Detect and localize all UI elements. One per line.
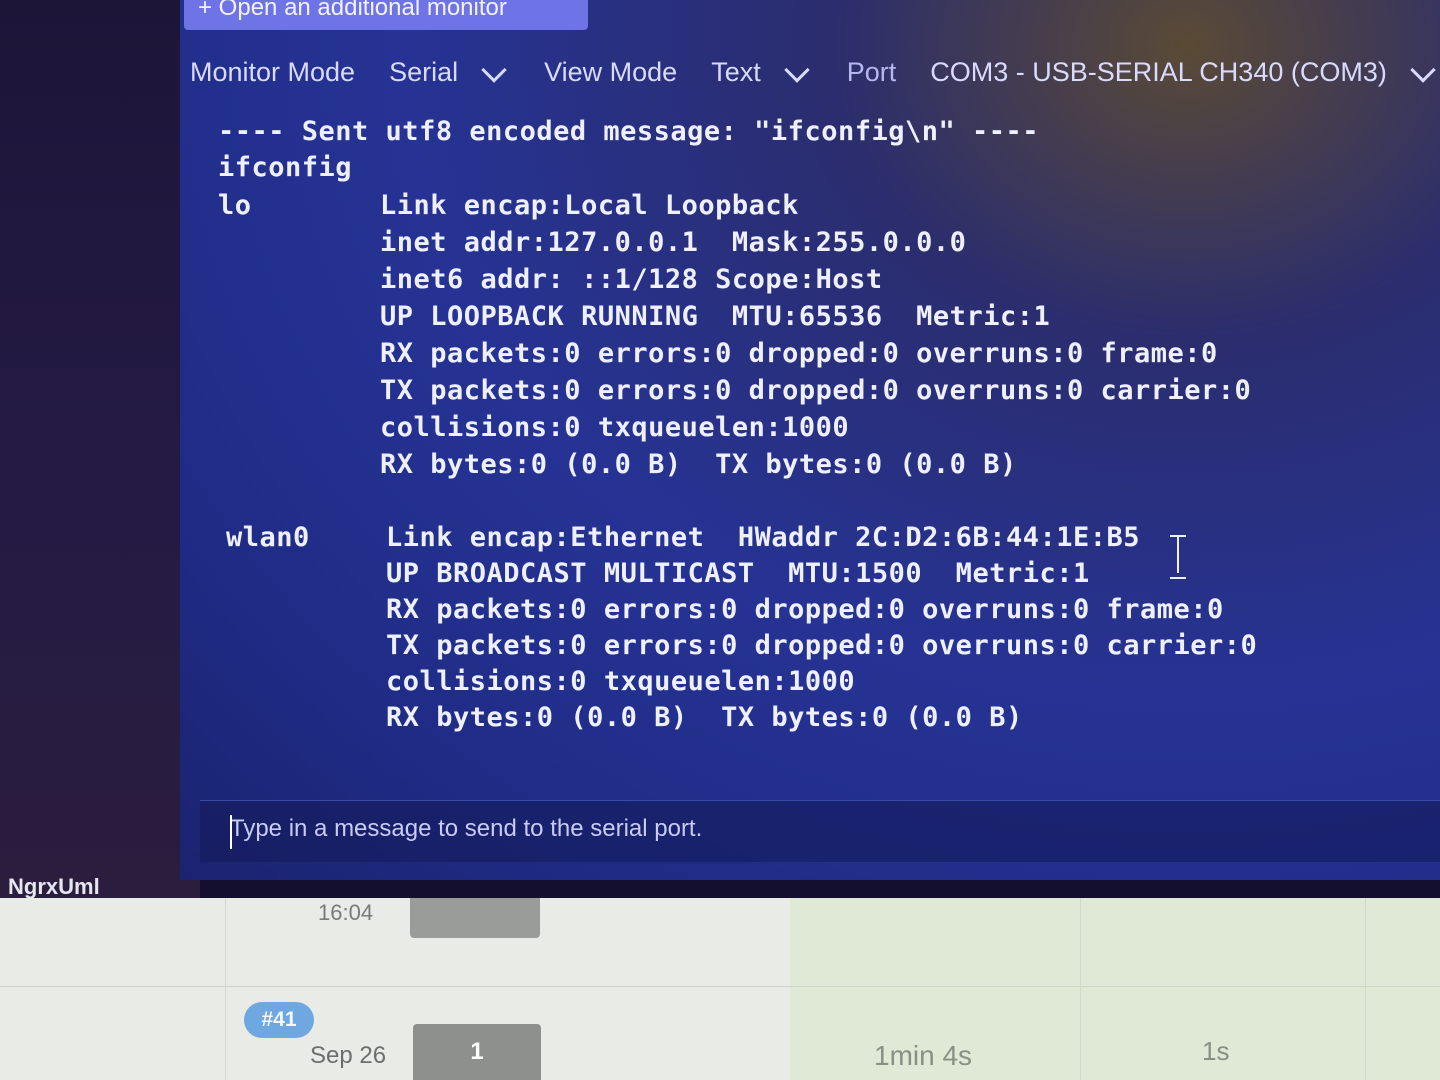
output-line: RX packets:0 errors:0 dropped:0 overruns… [386,594,1224,625]
output-line: Link encap:Ethernet HWaddr 2C:D2:6B:44:1… [386,522,1140,553]
output-line: TX packets:0 errors:0 dropped:0 overruns… [380,375,1252,406]
message-input-bar[interactable] [200,800,1440,862]
run-date: Sep 26 [310,1042,387,1069]
output-line: collisions:0 txqueuelen:1000 [380,412,850,443]
input-caret [230,815,232,849]
output-line: RX bytes:0 (0.0 B) TX bytes:0 (0.0 B) [380,449,1017,480]
table-row-divider [0,986,1440,987]
left-sidebar-background [0,0,200,900]
view-mode-select[interactable]: Text [711,57,761,88]
text-cursor-icon [1168,535,1188,579]
sent-message-line: ---- Sent utf8 encoded message: "ifconfi… [218,116,1040,147]
run-duration: 1min 4s [874,1040,973,1071]
output-line: inet addr:127.0.0.1 Mask:255.0.0.0 [380,227,967,258]
output-line: UP LOOPBACK RUNNING MTU:65536 Metric:1 [380,301,1051,332]
output-line: UP BROADCAST MULTICAST MTU:1500 Metric:1 [386,558,1090,589]
output-line: collisions:0 txqueuelen:1000 [386,666,856,697]
serial-message-input[interactable] [230,815,1130,843]
output-line: RX bytes:0 (0.0 B) TX bytes:0 (0.0 B) [386,702,1023,733]
chevron-down-icon[interactable] [785,61,807,83]
monitor-mode-select[interactable]: Serial [389,57,458,88]
chevron-down-icon[interactable] [482,61,504,83]
commit-button[interactable] [410,898,540,938]
run-number-badge[interactable]: #41 [244,1002,314,1038]
output-line: Link encap:Local Loopback [380,190,799,221]
monitor-toolbar: Monitor Mode Serial View Mode Text Port … [190,50,1440,94]
port-label: Port [846,56,897,87]
column-divider [225,898,226,1080]
chevron-down-icon[interactable] [1411,61,1433,83]
serial-output: ---- Sent utf8 encoded message: "ifconfi… [218,110,1318,750]
interface-name: wlan0 [226,522,310,553]
view-mode-label: View Mode [544,56,678,87]
run-count-button[interactable]: 1 [413,1024,541,1080]
sidebar-project-label: NgrxUml [8,874,100,899]
run-time: 16:04 [318,900,374,925]
interface-name: lo [218,190,252,221]
output-line: inet6 addr: ::1/128 Scope:Host [380,264,883,295]
monitor-mode-label: Monitor Mode [190,56,356,87]
column-divider [1080,898,1081,1080]
run-queue-time: 1s [1202,1036,1230,1066]
port-select[interactable]: COM3 - USB-SERIAL CH340 (COM3) [930,57,1387,88]
open-additional-monitor-button[interactable]: + Open an additional monitor [184,0,588,30]
echo-line: ifconfig [218,152,353,183]
column-divider [1365,898,1366,1080]
output-line: TX packets:0 errors:0 dropped:0 overruns… [386,630,1258,661]
output-line: RX packets:0 errors:0 dropped:0 overruns… [380,338,1218,369]
